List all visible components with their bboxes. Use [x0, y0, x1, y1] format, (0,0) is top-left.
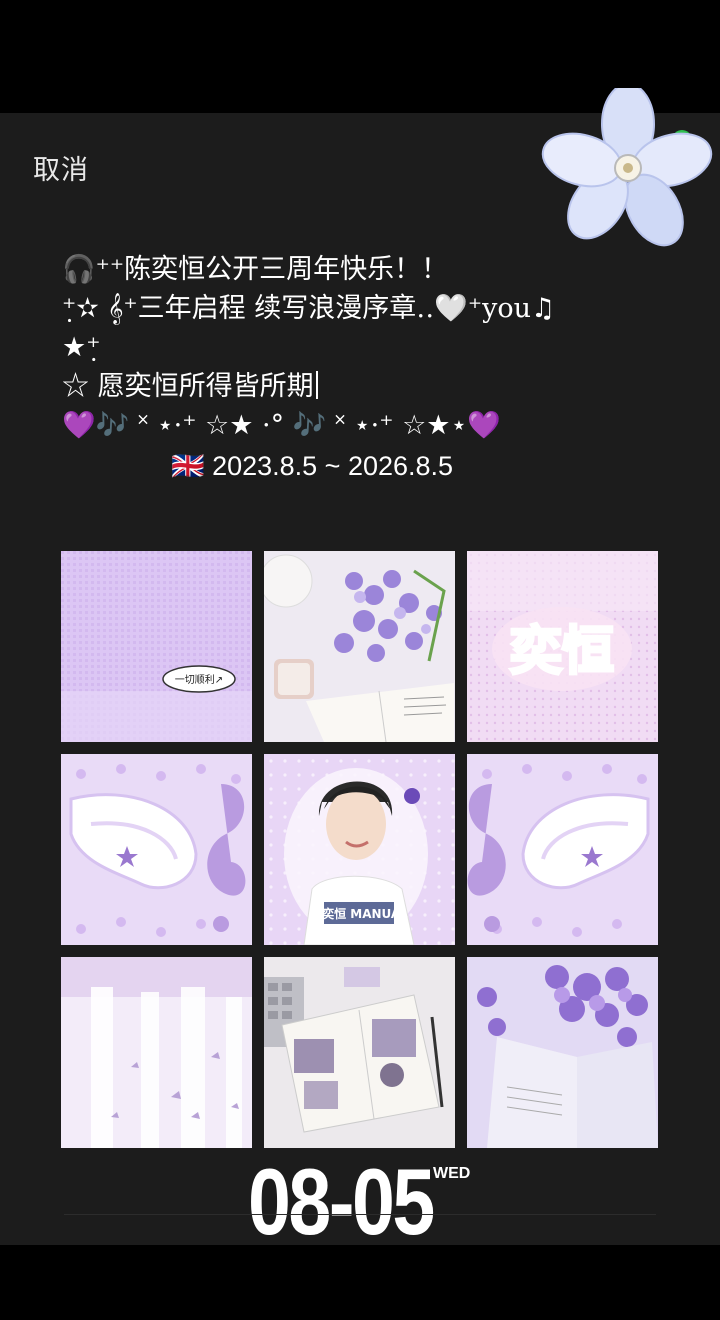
lavender-note-image: 一切顺利↗: [61, 551, 252, 742]
wing-clef-right-image: [467, 754, 658, 945]
caption-line-5: 💜🎶 ˟ ⋆·⁺ ☆★ ·° 🎶 ˟ ⋆·⁺ ☆★⋆💜: [62, 410, 502, 441]
photo-3-caption: 奕恒: [510, 622, 614, 682]
yiheng-logo-image: 奕恒: [467, 551, 658, 742]
footer-divider: [64, 1214, 656, 1215]
caption-line-1: 🎧⁺⁺陈奕恒公开三周年快乐！！: [62, 254, 449, 285]
caption-line-2: ⁺̣✫ 𝄞⁺三年启程 续写浪漫序章‥🤍⁺you♫: [62, 293, 556, 324]
cancel-button[interactable]: 取消: [33, 148, 89, 187]
photo-grid: 一切顺利↗ 奕恒 陈奕恒 MANUAL: [61, 551, 658, 1148]
butterfly-curtain-image: [61, 957, 252, 1148]
bottom-bar: [0, 1245, 720, 1320]
photo-1-caption: 一切顺利↗: [175, 674, 223, 686]
flower-sticker: [541, 88, 713, 247]
photo-tile-5[interactable]: 陈奕恒 MANUAL: [264, 754, 455, 945]
photo-tile-4[interactable]: [61, 754, 252, 945]
flowers-book-image: [264, 551, 455, 742]
photo-tile-1[interactable]: 一切顺利↗: [61, 551, 252, 742]
footer-weekday: WED: [433, 1165, 471, 1182]
photo-tile-2[interactable]: [264, 551, 455, 742]
photo-tile-9[interactable]: [467, 957, 658, 1148]
caption-line-3: ★⁺̣: [62, 332, 101, 363]
text-cursor: [315, 371, 318, 399]
photo-tile-6[interactable]: [467, 754, 658, 945]
post-caption[interactable]: 🎧⁺⁺陈奕恒公开三周年快乐！！ ⁺̣✫ 𝄞⁺三年启程 续写浪漫序章‥🤍⁺you♫…: [62, 250, 662, 486]
footer-date: 08-05: [248, 1149, 435, 1254]
photo-5-caption: 陈奕恒 MANUAL: [310, 906, 408, 921]
boy-portrait-image: 陈奕恒 MANUAL: [264, 754, 455, 945]
wing-clef-left-image: [61, 754, 252, 945]
photo-tile-8[interactable]: [264, 957, 455, 1148]
wisteria-book-image: [467, 957, 658, 1148]
photo-tile-7[interactable]: [61, 957, 252, 1148]
photo-tile-3[interactable]: 奕恒: [467, 551, 658, 742]
journal-desk-image: [264, 957, 455, 1148]
caption-line-4: ☆ 愿奕恒所得皆所期: [62, 367, 662, 406]
caption-date-range: 🇬🇧 2023.8.5 ~ 2026.8.5: [170, 451, 454, 481]
caption-line-4-text: ☆ 愿奕恒所得皆所期: [62, 371, 314, 402]
